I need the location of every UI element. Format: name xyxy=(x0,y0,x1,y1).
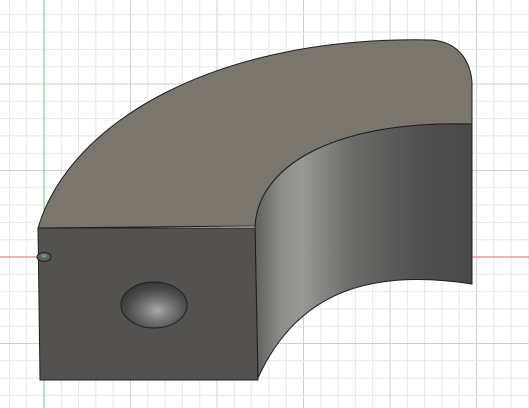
cylindrical-hole[interactable] xyxy=(120,281,188,329)
cad-3d-viewport[interactable] xyxy=(0,0,529,408)
viewport-canvas[interactable] xyxy=(0,0,529,408)
origin-point-icon[interactable] xyxy=(36,252,52,262)
